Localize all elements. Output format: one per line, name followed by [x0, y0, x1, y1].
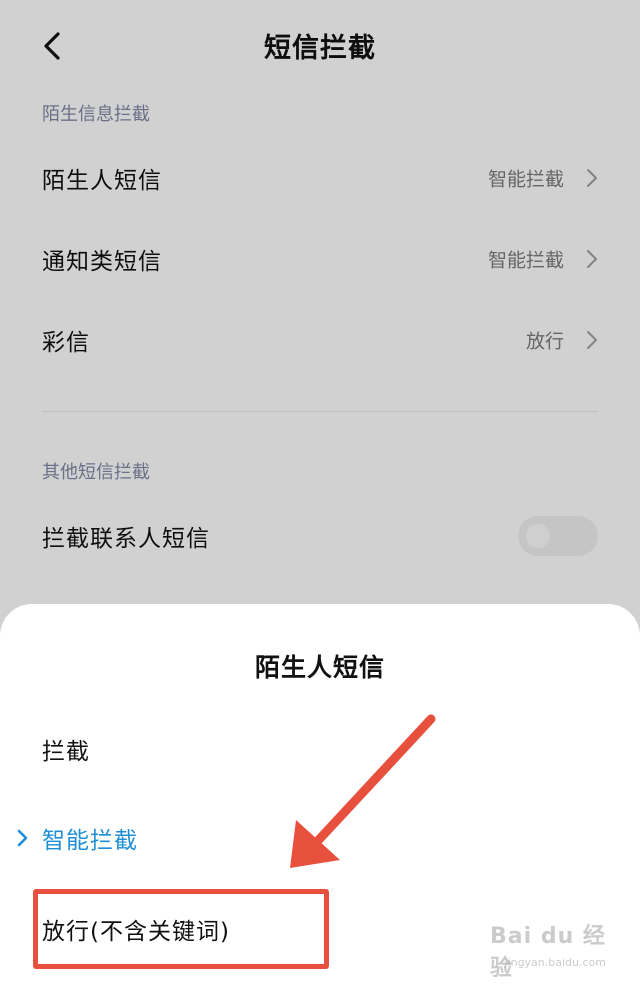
- watermark-main: Bai du 经验: [490, 924, 606, 981]
- option-smart-block[interactable]: 智能拦截: [0, 803, 640, 873]
- highlight-box: [33, 889, 329, 969]
- watermark: Bai du 经验 jingyan.baidu.com: [490, 918, 610, 981]
- watermark-sub: jingyan.baidu.com: [504, 956, 606, 969]
- sheet-title: 陌生人短信: [254, 653, 385, 682]
- option-label: 智能拦截: [42, 828, 138, 854]
- selected-indicator-icon: [17, 829, 28, 847]
- option-block[interactable]: 拦截: [0, 714, 640, 784]
- option-label: 拦截: [42, 739, 90, 765]
